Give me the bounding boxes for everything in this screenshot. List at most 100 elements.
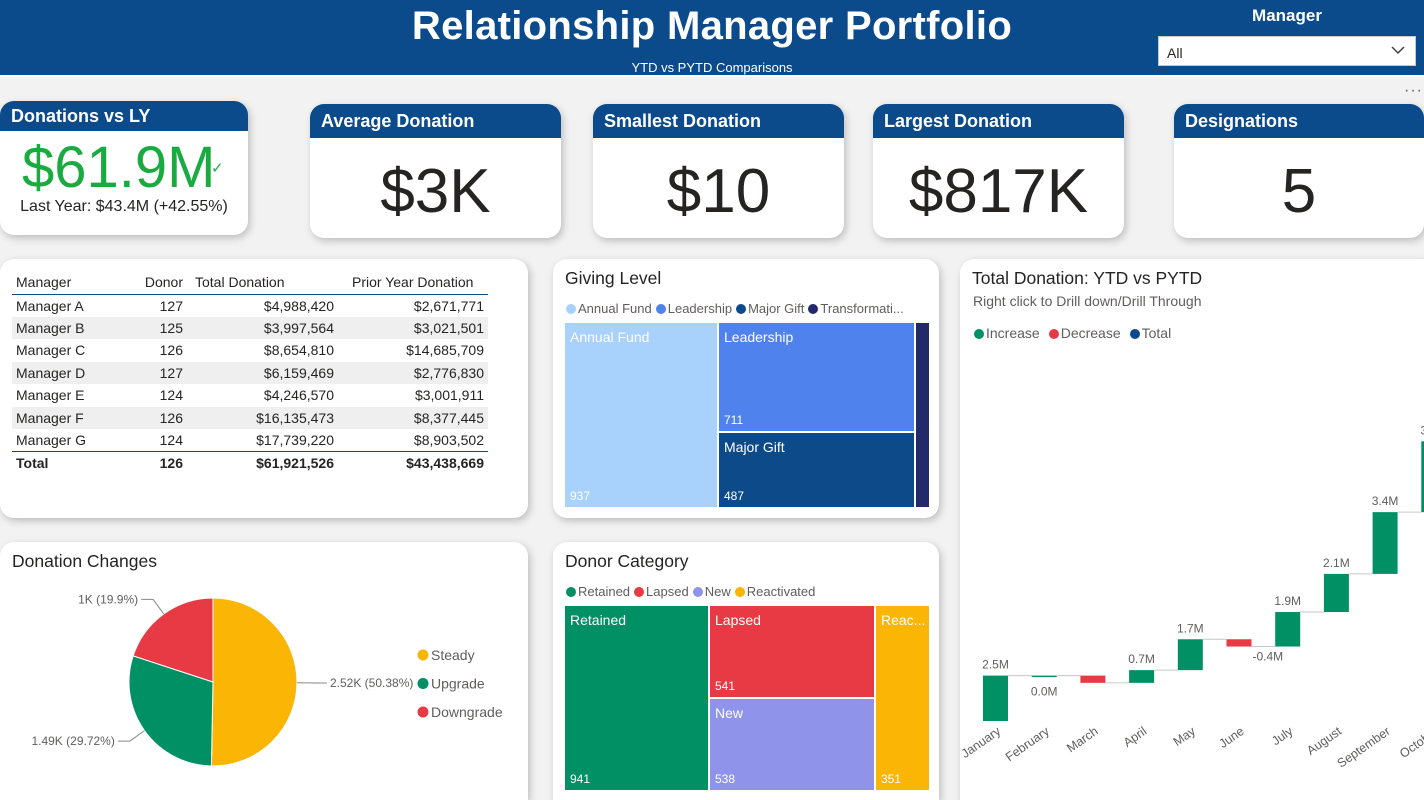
treemap-tile-value: 351	[881, 772, 902, 786]
waterfall-data-label: 3.4M	[1372, 494, 1399, 508]
kpi-card-donations-vs-ly[interactable]: Donations vs LY $61.9M ✓ Last Year: $43.…	[0, 101, 248, 235]
table-cell: Manager A	[16, 297, 84, 314]
waterfall-bar-september[interactable]	[1372, 512, 1398, 574]
legend-label: Major Gift	[748, 301, 805, 316]
checkmark-icon: ✓	[211, 160, 224, 177]
manager-slicer-dropdown[interactable]: All	[1158, 36, 1416, 66]
table-total-row: Total 126 $61,921,526 $43,438,669	[12, 451, 488, 474]
table-row[interactable]: Manager C 126 $8,654,810 $14,685,709	[12, 339, 488, 362]
pie-data-label: 2.52K (50.38%)	[330, 676, 413, 690]
waterfall-data-label: -0.4M	[1253, 650, 1284, 664]
kpi-value: $10	[666, 157, 771, 226]
donor-category-treemap[interactable]: Retained 941 Lapsed 541 New 538 Reac... 351	[564, 605, 930, 791]
waterfall-bar-may[interactable]	[1177, 639, 1203, 671]
kpi-value: $61.9M	[22, 135, 216, 200]
table-cell: Total	[12, 451, 132, 474]
table-cell: 127	[132, 361, 187, 384]
table-row[interactable]: Manager G 124 $17,739,220 $8,903,502	[12, 429, 488, 452]
table-cell: Manager C	[16, 342, 86, 359]
table-cell: $61,921,526	[187, 451, 338, 474]
more-options-icon[interactable]: ···	[1404, 82, 1423, 100]
pie-data-label: 1K (19.9%)	[78, 592, 138, 606]
donation-changes-pie[interactable]: 2.52K (50.38%) 1.49K (29.72%) 1K (19.9%) St…	[0, 542, 528, 800]
waterfall-bar-march[interactable]	[1080, 675, 1106, 683]
donor-category-legend: Retained Lapsed New Reactivated	[565, 584, 818, 599]
legend-item[interactable]: Reactivated	[734, 584, 815, 599]
table-row[interactable]: Manager F 126 $16,135,473 $8,377,445	[12, 406, 488, 429]
legend-item[interactable]: Major Gift	[735, 301, 804, 316]
waterfall-category-label: July	[1269, 724, 1296, 749]
table-row[interactable]: Manager D 127 $6,159,469 $2,776,830	[12, 361, 488, 384]
legend-dot-icon	[734, 587, 745, 597]
waterfall-data-label: 0.7M	[1128, 652, 1155, 666]
waterfall-bar-april[interactable]	[1129, 670, 1155, 683]
legend-label[interactable]: Steady	[431, 647, 475, 663]
treemap-tile[interactable]: New 538	[709, 698, 875, 791]
column-header-manager[interactable]: Manager	[12, 270, 132, 295]
kpi-subtext: Last Year: $43.4M (+42.55%)	[20, 198, 228, 215]
pie-leader-line	[117, 730, 145, 742]
table-cell: 125	[132, 316, 187, 339]
table-cell: $6,159,469	[187, 361, 338, 384]
waterfall-bar-july[interactable]	[1275, 612, 1301, 647]
column-header-donor[interactable]: Donor	[132, 270, 187, 295]
table-cell: Manager G	[16, 432, 87, 448]
waterfall-bar-january[interactable]	[983, 675, 1008, 721]
table-cell: Manager D	[12, 361, 132, 384]
donor-category-card[interactable]: Donor Category Retained Lapsed New Reactiva…	[553, 542, 939, 800]
table-row[interactable]: Manager A 127 $4,988,420 $2,671,771	[12, 294, 488, 317]
legend-item[interactable]: Transformati...	[807, 301, 904, 316]
legend-dot-icon	[808, 304, 819, 314]
waterfall-category-label: May	[1171, 724, 1199, 749]
treemap-tile[interactable]	[915, 322, 930, 508]
giving-level-treemap[interactable]: Annual Fund 937 Leadership 711 Major Gift 487	[564, 322, 930, 508]
pie-slice-steady[interactable]	[210, 597, 298, 767]
waterfall-data-label: 1.7M	[1177, 621, 1204, 635]
waterfall-data-label: 2.5M	[982, 658, 1009, 672]
legend-dot-icon	[417, 649, 429, 661]
waterfall-bar-june[interactable]	[1226, 639, 1252, 647]
donation-changes-card[interactable]: Donation Changes 2.52K (50.38%) 1.49K (29…	[0, 542, 528, 800]
legend-label[interactable]: Downgrade	[431, 704, 503, 720]
table-cell: $8,903,502	[413, 432, 484, 448]
kpi-card-designations[interactable]: Designations 5	[1174, 104, 1424, 238]
legend-item[interactable]: Retained	[565, 584, 630, 599]
waterfall-bar-february[interactable]	[1031, 675, 1057, 678]
giving-level-legend: Annual Fund Leadership Major Gift Transform…	[565, 301, 907, 316]
manager-slicer-label: Manager	[1252, 6, 1322, 25]
pie-leader-line	[141, 598, 165, 615]
waterfall-data-label: 0.0M	[1031, 685, 1058, 699]
waterfall-chart[interactable]: 2.5M January 0.0M February March 0.7M April 1.7…	[960, 259, 1424, 800]
legend-label: Lapsed	[646, 584, 689, 599]
waterfall-data-label: 1.9M	[1274, 594, 1301, 608]
legend-dot-icon	[692, 587, 703, 597]
treemap-tile[interactable]: Leadership 711	[718, 322, 915, 432]
donor-category-title: Donor Category	[565, 551, 689, 571]
treemap-tile[interactable]: Major Gift 487	[718, 432, 915, 508]
treemap-tile[interactable]: Retained 941	[564, 605, 709, 791]
treemap-tile[interactable]: Annual Fund 937	[564, 322, 718, 508]
column-header-prior-year-donation[interactable]: Prior Year Donation	[338, 270, 488, 295]
treemap-tile[interactable]: Lapsed 541	[709, 605, 875, 698]
table-cell: $4,246,570	[263, 387, 334, 404]
waterfall-card[interactable]: Total Donation: YTD vs PYTD Right click …	[960, 259, 1424, 800]
treemap-tile[interactable]: Reac... 351	[875, 605, 930, 791]
waterfall-bar-august[interactable]	[1323, 573, 1349, 613]
kpi-card-average-donation[interactable]: Average Donation $3K	[310, 104, 561, 238]
treemap-tile-label: New	[715, 705, 744, 721]
legend-item[interactable]: New	[692, 584, 731, 599]
table-cell: $3,021,501	[338, 316, 488, 339]
column-header-total-donation[interactable]: Total Donation	[187, 270, 338, 295]
legend-item[interactable]: Lapsed	[633, 584, 689, 599]
table-cell: $8,377,445	[338, 406, 488, 429]
kpi-card-smallest-donation[interactable]: Smallest Donation $10	[593, 104, 844, 238]
kpi-card-largest-donation[interactable]: Largest Donation $817K	[873, 104, 1124, 238]
manager-table: Manager Donor Total Donation Prior Year …	[12, 270, 488, 474]
table-row[interactable]: Manager E 124 $4,246,570 $3,001,911	[12, 384, 488, 407]
table-row[interactable]: Manager B 125 $3,997,564 $3,021,501	[12, 316, 488, 339]
giving-level-card[interactable]: Giving Level Annual Fund Leadership Major …	[553, 259, 939, 518]
legend-item[interactable]: Leadership	[655, 301, 732, 316]
legend-item[interactable]: Annual Fund	[565, 301, 652, 316]
legend-label[interactable]: Upgrade	[431, 676, 485, 692]
waterfall-category-label: October	[1397, 724, 1424, 761]
